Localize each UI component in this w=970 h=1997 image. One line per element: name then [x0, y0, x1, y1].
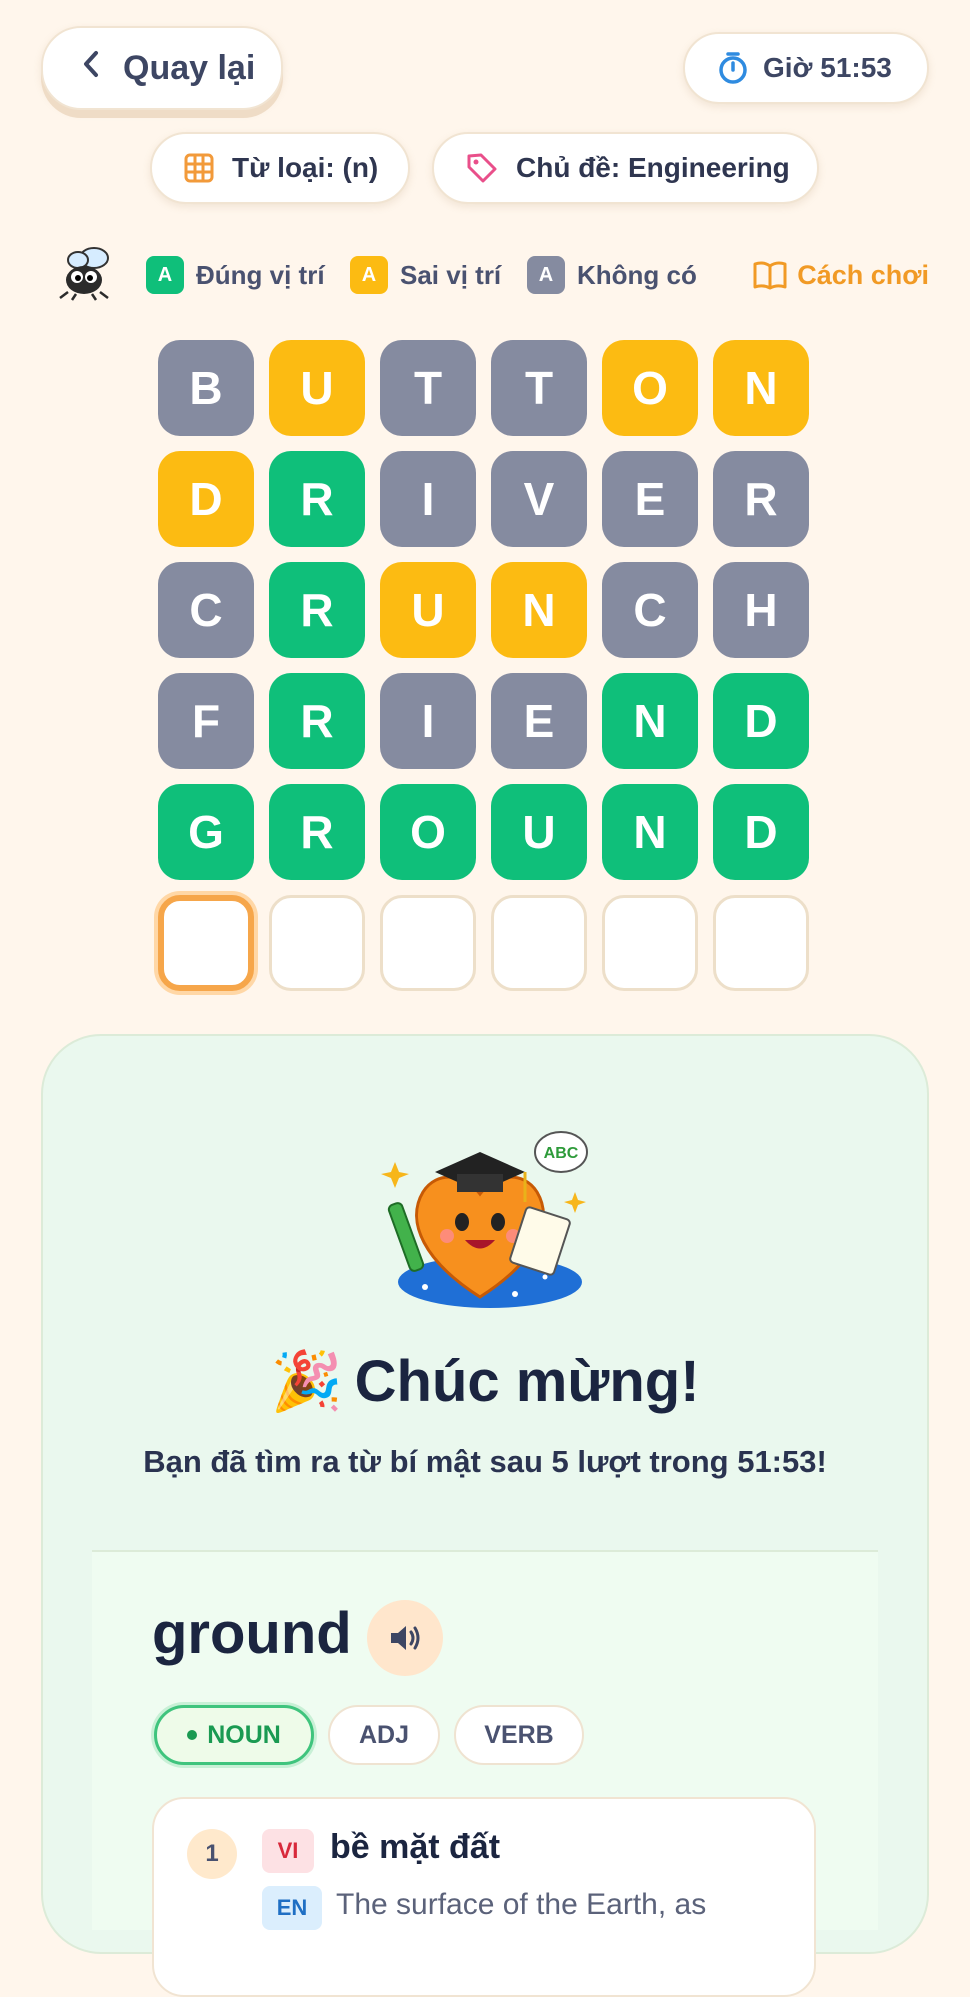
letter-tile: D	[713, 673, 809, 769]
word-type-chip[interactable]: Từ loại: (n)	[150, 132, 410, 204]
stopwatch-icon	[717, 51, 749, 85]
letter-tile: O	[602, 340, 698, 436]
legend-correct: A Đúng vị trí	[146, 248, 325, 302]
letter-tile: U	[380, 562, 476, 658]
book-icon	[753, 260, 787, 290]
legend-misplaced: A Sai vị trí	[350, 248, 501, 302]
letter-tile: R	[269, 673, 365, 769]
letter-tile: U	[491, 784, 587, 880]
speaker-icon	[387, 1622, 423, 1654]
letter-tile: C	[158, 562, 254, 658]
pos-verb-label: VERB	[484, 1720, 554, 1749]
empty-tile[interactable]	[380, 895, 476, 991]
legend-correct-swatch: A	[146, 256, 184, 294]
empty-tile[interactable]	[713, 895, 809, 991]
letter-tile: N	[602, 673, 698, 769]
letter-tile: N	[713, 340, 809, 436]
pos-adj-label: ADJ	[358, 1720, 409, 1749]
letter-tile: N	[491, 562, 587, 658]
guess-row: GROUND	[158, 784, 812, 880]
letter-tile: T	[491, 340, 587, 436]
letter-tile: D	[713, 784, 809, 880]
pos-tab-verb[interactable]: VERB	[454, 1705, 584, 1765]
empty-tile[interactable]	[602, 895, 698, 991]
legend-absent-label: Không có	[577, 259, 697, 290]
letter-tile: O	[380, 784, 476, 880]
congrats-title: 🎉 Chúc mừng!	[0, 1348, 970, 1416]
fly-mascot-icon	[50, 244, 116, 307]
legend-misplaced-swatch: A	[350, 256, 388, 294]
letter-tile: U	[269, 340, 365, 436]
back-label: Quay lại	[123, 48, 256, 87]
timer-badge: Giờ 51:53	[683, 32, 929, 104]
letter-tile: I	[380, 673, 476, 769]
letter-tile: F	[158, 673, 254, 769]
legend-correct-label: Đúng vị trí	[196, 259, 325, 290]
guess-row: BUTTON	[158, 340, 812, 436]
letter-tile: D	[158, 451, 254, 547]
how-to-play-link[interactable]: Cách chơi	[753, 248, 929, 302]
letter-tile: G	[158, 784, 254, 880]
letter-tile: V	[491, 451, 587, 547]
party-popper-icon: 🎉	[270, 1349, 343, 1414]
guess-row	[158, 895, 812, 991]
chevron-left-icon	[81, 49, 101, 87]
guess-row: CRUNCH	[158, 562, 812, 658]
mascot-bubble-text: ABC	[544, 1145, 579, 1162]
pos-tab-adj[interactable]: ADJ	[328, 1705, 440, 1765]
game-board: BUTTONDRIVERCRUNCHFRIENDGROUND	[158, 340, 812, 1006]
empty-tile[interactable]	[158, 895, 254, 991]
sense-number: 1	[187, 1829, 237, 1879]
word-type-label: Từ loại: (n)	[232, 152, 379, 183]
letter-tile: B	[158, 340, 254, 436]
legend-absent: A Không có	[527, 248, 697, 302]
en-language-tag: EN	[262, 1886, 322, 1930]
letter-tile: T	[380, 340, 476, 436]
legend-misplaced-label: Sai vị trí	[400, 259, 502, 290]
tag-icon	[466, 152, 498, 184]
congrats-message: Bạn đã tìm ra từ bí mật sau 5 lượt trong…	[143, 1444, 827, 1479]
letter-tile: H	[713, 562, 809, 658]
grid-icon	[184, 153, 214, 183]
timer-label: Giờ 51:53	[763, 52, 892, 83]
pos-tab-noun[interactable]: NOUN	[154, 1705, 314, 1765]
letter-tile: E	[602, 451, 698, 547]
pos-noun-label: NOUN	[207, 1720, 281, 1749]
congrats-title-text: Chúc mừng!	[354, 1349, 700, 1414]
guess-row: DRIVER	[158, 451, 812, 547]
letter-tile: I	[380, 451, 476, 547]
guess-row: FRIEND	[158, 673, 812, 769]
graduate-mascot-image: ABC	[365, 1112, 605, 1317]
letter-tile: E	[491, 673, 587, 769]
empty-tile[interactable]	[491, 895, 587, 991]
letter-tile: C	[602, 562, 698, 658]
selected-dot-icon	[187, 1730, 198, 1740]
topic-chip[interactable]: Chủ đề: Engineering	[432, 132, 819, 204]
letter-tile: N	[602, 784, 698, 880]
back-button[interactable]: Quay lại	[41, 26, 283, 110]
definition-word: ground	[152, 1601, 352, 1666]
pronounce-button[interactable]	[367, 1600, 443, 1676]
letter-tile: R	[269, 451, 365, 547]
legend-absent-swatch: A	[527, 256, 565, 294]
letter-tile: R	[713, 451, 809, 547]
vi-definition: bề mặt đất	[330, 1828, 501, 1866]
topic-label: Chủ đề: Engineering	[516, 152, 790, 183]
letter-tile: R	[269, 562, 365, 658]
empty-tile[interactable]	[269, 895, 365, 991]
how-to-play-label: Cách chơi	[797, 259, 929, 290]
vi-language-tag: VI	[262, 1829, 314, 1873]
en-definition: The surface of the Earth, as	[336, 1888, 707, 1921]
letter-tile: R	[269, 784, 365, 880]
